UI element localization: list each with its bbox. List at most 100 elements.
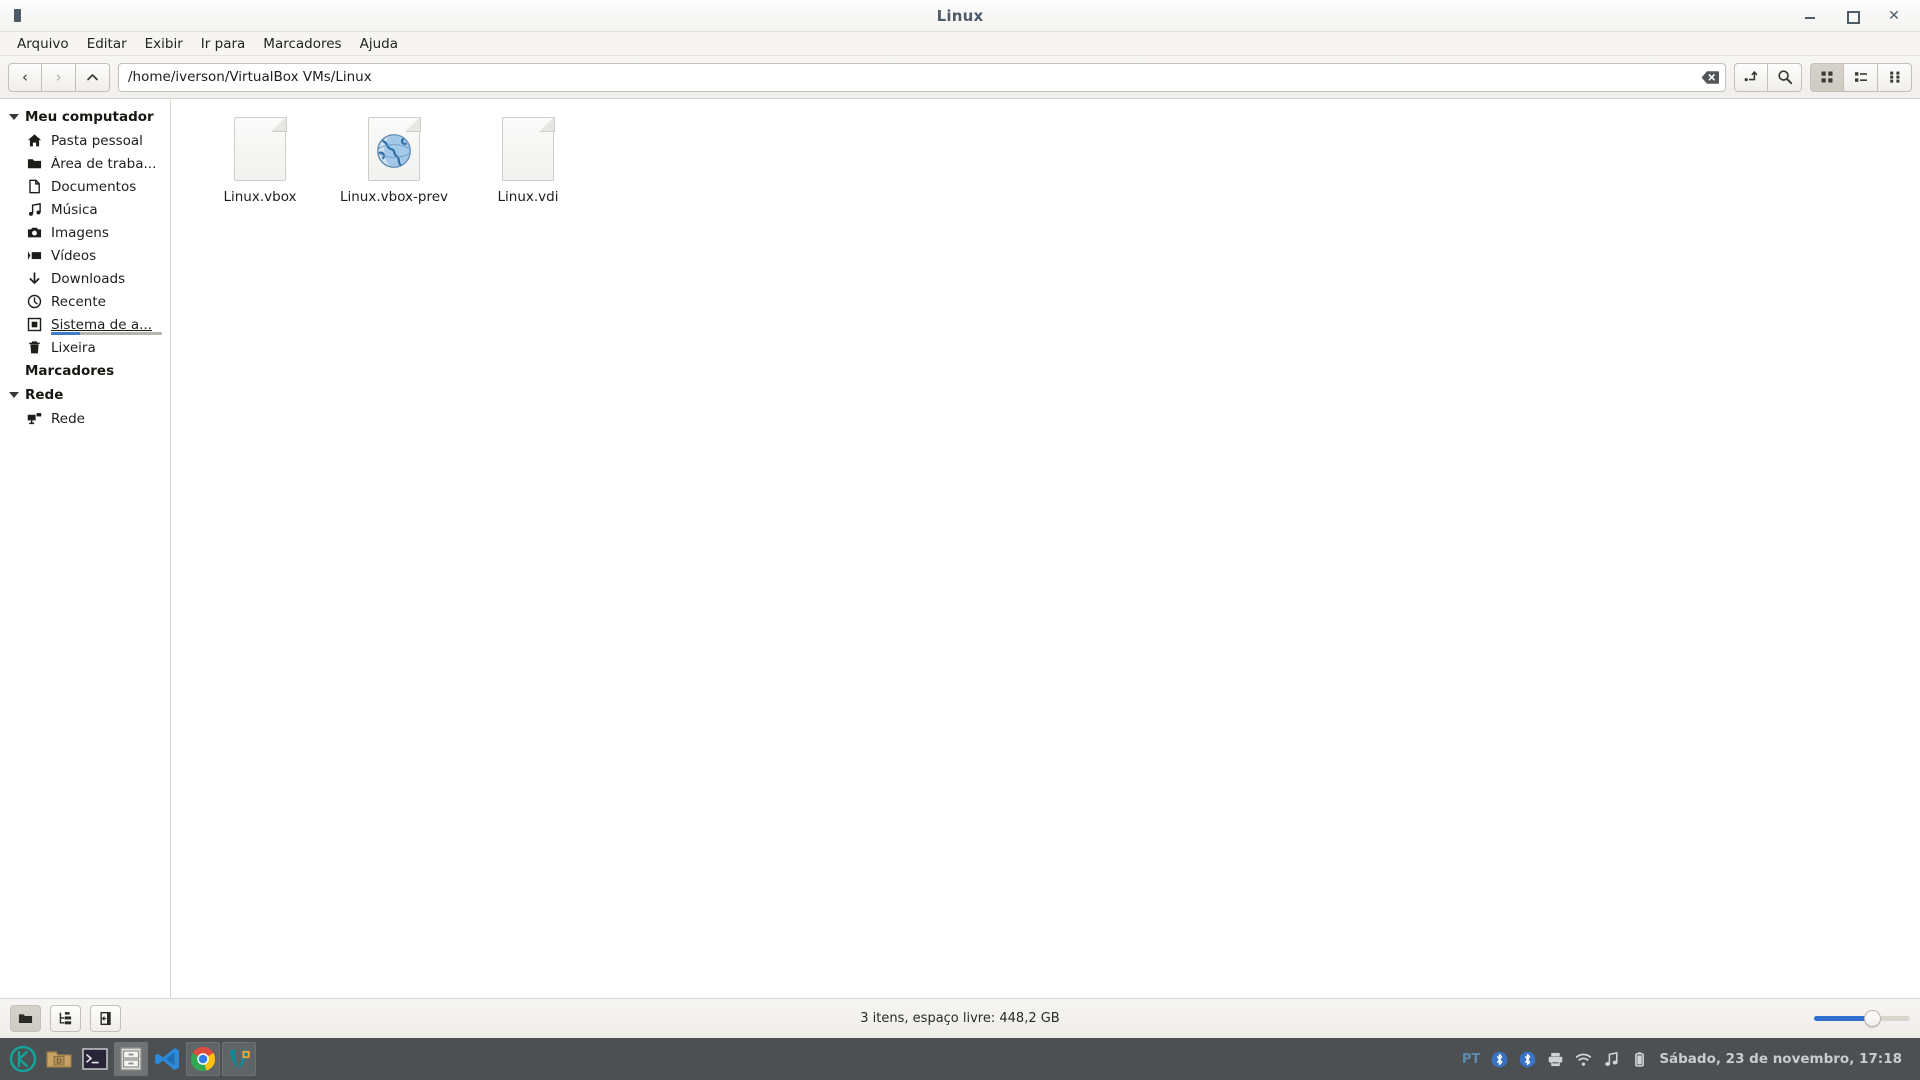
sidebar-item-lixeira[interactable]: Lixeira bbox=[0, 336, 170, 359]
system-tray: PT Sábado, 23 de novembro, 17:18 bbox=[1462, 1051, 1914, 1068]
taskbar: D PT Sábado, 23 de novembro, 17:18 bbox=[0, 1038, 1920, 1080]
back-button[interactable]: ‹ bbox=[8, 62, 42, 92]
status-text: 3 itens, espaço livre: 448,2 GB bbox=[860, 1011, 1060, 1026]
sidebar-item-downloads[interactable]: Downloads bbox=[0, 267, 170, 290]
compact-view-icon bbox=[1889, 71, 1899, 83]
file-item[interactable]: Linux.vbox-prev bbox=[327, 111, 461, 213]
location-bar: /home/iverson/VirtualBox VMs/Linux bbox=[118, 62, 1726, 92]
search-button[interactable] bbox=[1768, 62, 1802, 92]
compact-view-button[interactable] bbox=[1878, 62, 1912, 92]
printer-icon bbox=[1549, 1052, 1563, 1066]
sidebar-section-rede[interactable]: Rede bbox=[0, 383, 170, 407]
file-manager-window: Linux ✕ Arquivo Editar Exibir Ir para Ma… bbox=[0, 0, 1920, 1080]
sidebar-section-label: Rede bbox=[25, 387, 64, 403]
sidebar-item-area-de-trabalho[interactable]: Área de traba... bbox=[0, 152, 170, 175]
tray-language-indicator[interactable]: PT bbox=[1462, 1052, 1480, 1067]
statusbar-tree-view-button[interactable] bbox=[50, 1005, 81, 1032]
file-manager-folder-icon: D bbox=[46, 1051, 72, 1068]
download-icon bbox=[26, 270, 43, 287]
list-view-button[interactable] bbox=[1844, 62, 1878, 92]
taskbar-terminal[interactable] bbox=[78, 1042, 112, 1076]
statusbar-folder-view-button[interactable] bbox=[10, 1005, 41, 1032]
tray-printer[interactable] bbox=[1547, 1051, 1564, 1068]
file-item[interactable]: Linux.vbox bbox=[193, 111, 327, 213]
svg-text:D: D bbox=[56, 1058, 61, 1066]
zoom-slider[interactable] bbox=[1814, 1009, 1910, 1029]
storage-usage-bar bbox=[51, 332, 162, 335]
search-icon bbox=[1777, 70, 1792, 85]
path-entry-icon bbox=[1744, 71, 1758, 82]
sidebar-section-label: Marcadores bbox=[25, 363, 115, 379]
sidebar-item-label: Rede bbox=[51, 410, 85, 427]
path-entry-toggle-button[interactable] bbox=[1734, 62, 1768, 92]
forward-button[interactable]: › bbox=[42, 62, 76, 92]
blank-document-icon bbox=[234, 117, 286, 181]
tray-audio[interactable] bbox=[1603, 1051, 1620, 1068]
menu-marcadores[interactable]: Marcadores bbox=[254, 33, 350, 55]
taskbar-virtualbox[interactable] bbox=[222, 1042, 256, 1076]
up-button[interactable] bbox=[76, 62, 110, 92]
icon-view-icon bbox=[1821, 71, 1833, 83]
status-view-buttons bbox=[10, 1005, 121, 1032]
icon-view-button[interactable] bbox=[1810, 62, 1844, 92]
sidebar-item-imagens[interactable]: Imagens bbox=[0, 221, 170, 244]
terminal-icon bbox=[82, 1048, 108, 1070]
statusbar-side-pane-button[interactable] bbox=[90, 1005, 121, 1032]
navigation-buttons: ‹ › bbox=[8, 62, 110, 92]
sidebar-section-marcadores[interactable]: Marcadores bbox=[0, 359, 170, 383]
sidebar-item-sistema-de-arquivos[interactable]: Sistema de a... bbox=[0, 313, 170, 336]
tray-battery[interactable] bbox=[1631, 1051, 1648, 1068]
minimize-button[interactable] bbox=[1802, 8, 1818, 24]
sidebar-item-label: Recente bbox=[51, 293, 106, 310]
home-icon bbox=[26, 132, 43, 149]
taskbar-vscode[interactable] bbox=[150, 1042, 184, 1076]
taskbar-chrome[interactable] bbox=[186, 1042, 220, 1076]
sidebar-item-label: Música bbox=[51, 201, 98, 218]
location-input[interactable]: /home/iverson/VirtualBox VMs/Linux bbox=[118, 62, 1726, 92]
folder-view-icon bbox=[18, 1014, 33, 1023]
tray-wifi[interactable] bbox=[1575, 1051, 1592, 1068]
tray-bluetooth-2[interactable] bbox=[1519, 1051, 1536, 1068]
chevron-up-icon bbox=[87, 73, 98, 80]
zoom-slider-handle[interactable] bbox=[1863, 1010, 1881, 1027]
sidebar-item-pasta-pessoal[interactable]: Pasta pessoal bbox=[0, 129, 170, 152]
blank-document-icon bbox=[502, 117, 554, 181]
zoom-slider-fill bbox=[1814, 1016, 1872, 1021]
folder-icon bbox=[26, 155, 43, 172]
tree-view-icon bbox=[59, 1012, 72, 1025]
sidebar-section-meu-computador[interactable]: Meu computador bbox=[0, 105, 170, 129]
taskbar-file-manager[interactable]: D bbox=[42, 1042, 76, 1076]
chevron-left-icon: ‹ bbox=[22, 67, 28, 86]
sidebar-item-musica[interactable]: Música bbox=[0, 198, 170, 221]
sidebar-item-videos[interactable]: Vídeos bbox=[0, 244, 170, 267]
sidebar-item-label: Área de traba... bbox=[51, 155, 157, 172]
menu-ir-para[interactable]: Ir para bbox=[192, 33, 255, 55]
drive-icon bbox=[26, 316, 43, 333]
tray-bluetooth-1[interactable] bbox=[1491, 1051, 1508, 1068]
sidebar-item-recente[interactable]: Recente bbox=[0, 290, 170, 313]
taskbar-files-window[interactable] bbox=[114, 1042, 148, 1076]
sidebar-item-documentos[interactable]: Documentos bbox=[0, 175, 170, 198]
side-pane-icon bbox=[100, 1011, 111, 1026]
maximize-button[interactable] bbox=[1844, 8, 1860, 24]
virtualbox-icon bbox=[229, 1049, 250, 1069]
tray-clock[interactable]: Sábado, 23 de novembro, 17:18 bbox=[1659, 1051, 1902, 1067]
sidebar-item-label: Lixeira bbox=[51, 339, 96, 356]
window-title: Linux bbox=[936, 6, 984, 25]
file-item[interactable]: Linux.vdi bbox=[461, 111, 595, 213]
menu-arquivo[interactable]: Arquivo bbox=[8, 33, 78, 55]
sidebar-item-rede[interactable]: Rede bbox=[0, 407, 170, 430]
close-button[interactable]: ✕ bbox=[1886, 8, 1902, 24]
window-body: Meu computador Pasta pessoal Área de tra… bbox=[0, 99, 1920, 998]
trash-icon bbox=[26, 339, 43, 356]
chrome-icon bbox=[190, 1046, 216, 1072]
file-cabinet-icon bbox=[120, 1047, 142, 1071]
taskbar-app-menu[interactable] bbox=[6, 1042, 40, 1076]
menu-editar[interactable]: Editar bbox=[78, 33, 136, 55]
menu-ajuda[interactable]: Ajuda bbox=[351, 33, 407, 55]
toolbar: ‹ › /home/iverson/VirtualBox VMs/Linux bbox=[0, 56, 1920, 99]
clear-location-icon[interactable] bbox=[1701, 70, 1719, 85]
menu-exibir[interactable]: Exibir bbox=[136, 33, 192, 55]
sidebar: Meu computador Pasta pessoal Área de tra… bbox=[0, 99, 171, 998]
file-list-view[interactable]: Linux.vbox Linux.vbox-prev Linux.vdi bbox=[171, 99, 1920, 998]
